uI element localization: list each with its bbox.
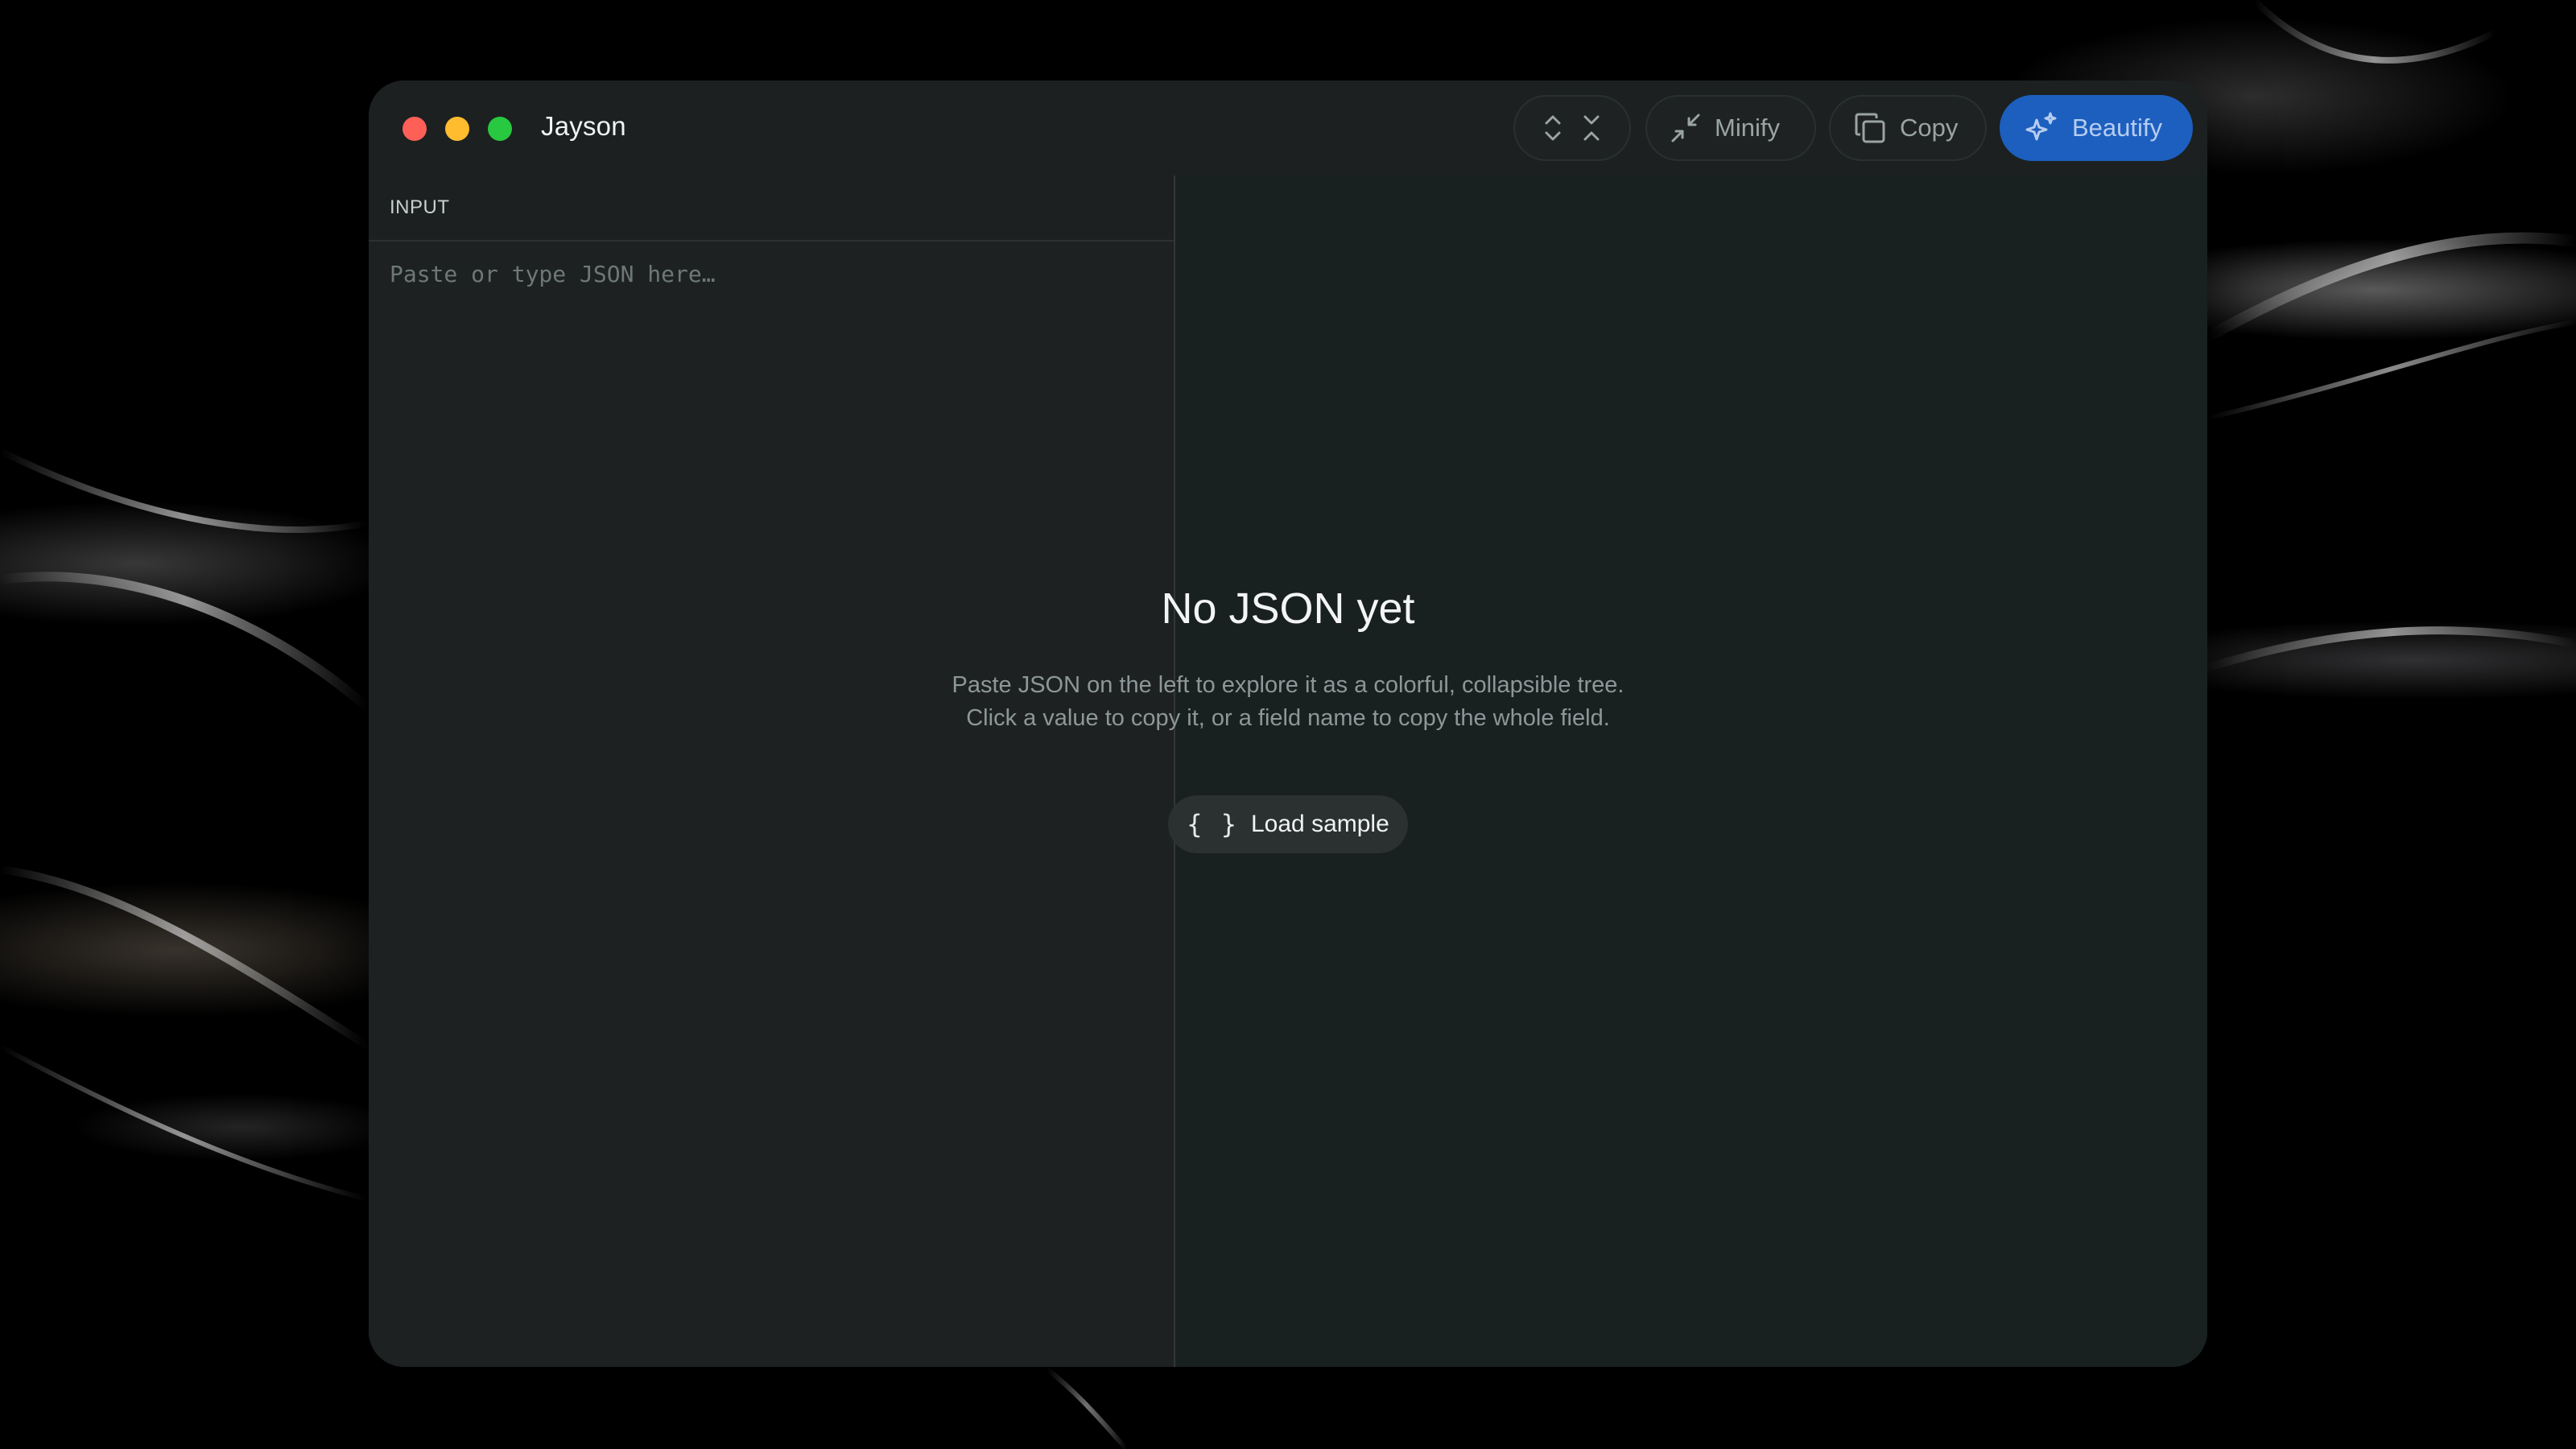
tree-view-pane xyxy=(1177,175,2207,1367)
empty-state-description: Paste JSON on the left to explore it as … xyxy=(952,672,1624,731)
copy-button[interactable]: Copy xyxy=(1829,95,1987,161)
chevrons-collapse-icon[interactable] xyxy=(1572,109,1611,147)
zoom-icon[interactable] xyxy=(488,117,512,141)
copy-icon xyxy=(1855,113,1885,143)
json-input[interactable] xyxy=(369,243,1174,1367)
title-bar: Jayson Minify Copy Beautify xyxy=(369,80,2207,175)
minify-button[interactable]: Minify xyxy=(1645,95,1816,161)
app-window: Jayson Minify Copy Beautify INPUT Paste … xyxy=(369,80,2207,1367)
chevrons-expand-icon[interactable] xyxy=(1534,109,1572,147)
minify-label: Minify xyxy=(1715,114,1780,142)
arrows-minimize-icon xyxy=(1671,114,1700,142)
beautify-label: Beautify xyxy=(2072,114,2163,142)
minimize-icon[interactable] xyxy=(445,117,469,141)
empty-state-title: No JSON yet xyxy=(1161,584,1415,633)
input-pane-header: INPUT xyxy=(369,175,1174,242)
app-title: Jayson xyxy=(541,111,626,141)
copy-label: Copy xyxy=(1900,114,1959,142)
beautify-button[interactable]: Beautify xyxy=(2000,95,2193,161)
sparkles-icon xyxy=(2025,112,2057,141)
close-icon[interactable] xyxy=(402,117,427,141)
input-pane: INPUT xyxy=(369,175,1175,1367)
braces-icon: { } xyxy=(1187,809,1238,840)
load-sample-button[interactable]: { } Load sample xyxy=(1168,795,1408,853)
load-sample-label: Load sample xyxy=(1251,811,1389,837)
expand-collapse-group xyxy=(1513,95,1631,161)
